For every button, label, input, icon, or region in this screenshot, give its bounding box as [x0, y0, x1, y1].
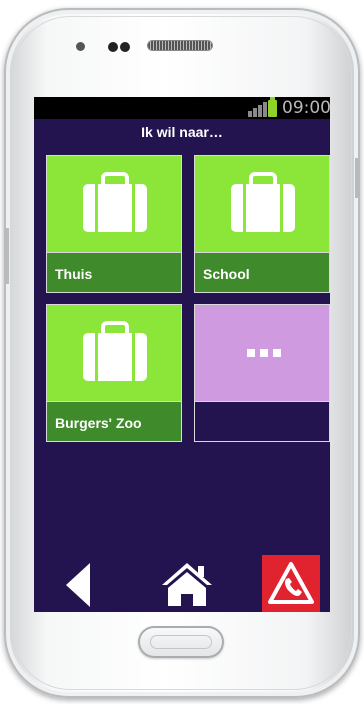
tile-label: School — [203, 266, 250, 282]
front-camera — [108, 42, 118, 52]
tile-icon-area — [195, 156, 329, 252]
destination-tile-school[interactable]: School — [194, 155, 330, 293]
volume-button — [4, 228, 9, 284]
tile-label-bar: Burgers' Zoo — [47, 401, 181, 441]
front-sensor — [76, 42, 85, 51]
back-arrow-icon — [66, 563, 90, 607]
tile-label: Thuis — [55, 266, 93, 282]
emergency-button[interactable] — [262, 555, 320, 612]
tile-label-bar — [195, 401, 329, 441]
destination-tile-thuis[interactable]: Thuis — [46, 155, 182, 293]
tile-icon-area — [195, 305, 329, 401]
home-button[interactable] — [160, 561, 214, 607]
more-dots-icon — [247, 349, 281, 357]
tile-label-bar: School — [195, 252, 329, 292]
power-button — [355, 158, 360, 198]
signal-icon — [248, 101, 270, 117]
emergency-call-icon — [268, 562, 314, 604]
battery-icon — [268, 97, 277, 117]
tile-icon-area — [47, 305, 181, 401]
tile-icon-area — [47, 156, 181, 252]
suitcase-icon — [83, 172, 147, 232]
page-title: Ik wil naar… — [141, 124, 223, 140]
earpiece-speaker — [148, 41, 212, 50]
back-button[interactable] — [66, 563, 92, 607]
more-destinations-tile[interactable] — [194, 304, 330, 442]
proximity-sensor — [120, 42, 130, 52]
suitcase-icon — [231, 172, 295, 232]
status-bar: 09:00 — [34, 97, 330, 119]
destination-tile-burgers-zoo[interactable]: Burgers' Zoo — [46, 304, 182, 442]
status-time: 09:00 — [282, 98, 330, 118]
phone-home-button[interactable] — [138, 626, 224, 658]
suitcase-icon — [83, 321, 147, 381]
app-screen: 09:00 Ik wil naar… Thuis School Burgers'… — [34, 97, 330, 612]
home-icon — [162, 563, 212, 606]
tile-label-bar: Thuis — [47, 252, 181, 292]
tile-label: Burgers' Zoo — [55, 415, 142, 431]
